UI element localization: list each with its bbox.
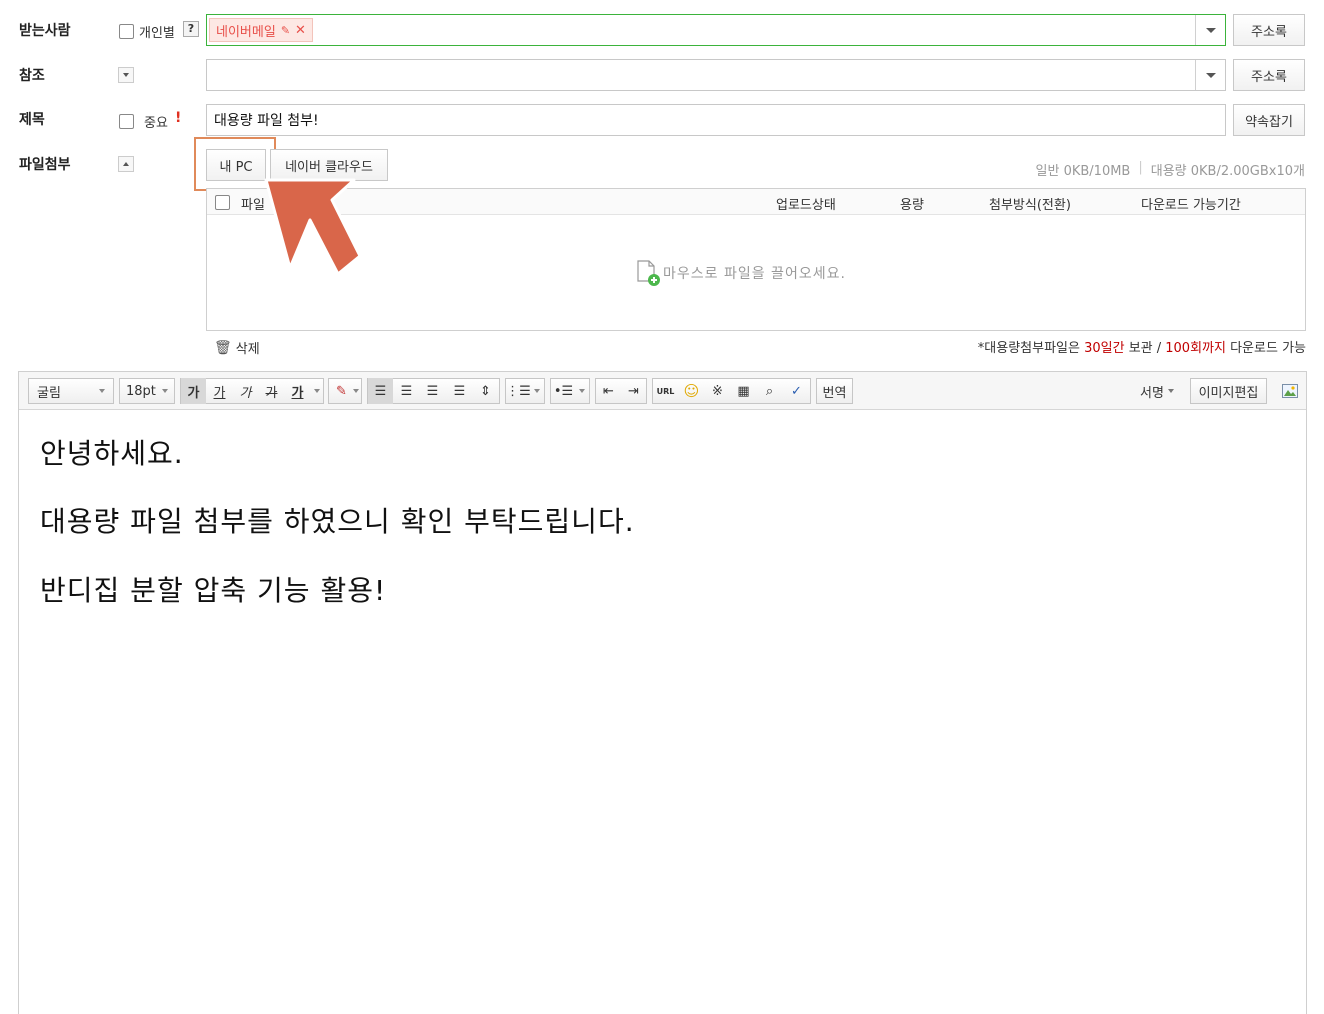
important-mark-icon: ! (175, 110, 182, 126)
chevron-down-icon (314, 389, 320, 393)
cc-dropdown-button[interactable] (1195, 60, 1225, 90)
font-color-button[interactable]: 가 (285, 378, 310, 404)
font-color-dropdown[interactable] (310, 378, 324, 404)
size-select[interactable]: 18pt (119, 378, 175, 404)
align-right-icon[interactable]: ☰ (420, 378, 445, 404)
col-method: 첨부방식(전환) (989, 198, 1071, 213)
body-line-2[interactable]: 대용량 파일 첨부를 하였으니 확인 부탁드립니다. (40, 500, 635, 540)
chevron-down-icon (123, 73, 129, 77)
special-char-icon[interactable]: ※ (705, 378, 730, 404)
arrow-pointer-icon (264, 178, 362, 276)
italic-button[interactable]: 가 (233, 378, 258, 404)
col-status: 업로드상태 (776, 198, 836, 213)
chevron-down-icon (1167, 389, 1174, 393)
drop-hint: 마우스로 파일을 끌어오세요. (663, 266, 846, 282)
col-period: 다운로드 가능기간 (1141, 198, 1241, 213)
recipient-address-book-button[interactable]: 주소록 (1233, 14, 1305, 46)
cloud-button[interactable]: 네이버 클라우드 (270, 149, 388, 181)
recipient-dropdown-button[interactable] (1195, 15, 1225, 45)
align-center-icon[interactable]: ☰ (394, 378, 419, 404)
image-edit-button[interactable]: 이미지편집 (1190, 378, 1267, 404)
bold-button[interactable]: 가 (181, 378, 206, 404)
insert-image-icon[interactable] (1279, 378, 1301, 404)
recipient-tag[interactable]: 네이버메일 ✎ ✕ (209, 18, 313, 42)
recipient-tag-label: 네이버메일 (216, 24, 276, 40)
trash-icon: 🗑 (214, 339, 232, 356)
chevron-down-icon (579, 389, 585, 393)
large-file-note: *대용량첨부파일은 30일간 보관 / 100회까지 다운로드 가능 (978, 337, 1306, 356)
font-select-value: 굴림 (37, 385, 61, 401)
subject-label: 제목 (19, 112, 45, 128)
underline-button[interactable]: 가 (207, 378, 232, 404)
url-link-button[interactable]: URL (653, 378, 678, 404)
important-checkbox[interactable] (119, 114, 134, 129)
select-all-checkbox[interactable] (215, 195, 230, 210)
chevron-up-icon (123, 162, 129, 166)
recipient-label: 받는사람 (19, 23, 71, 39)
note-prefix: *대용량첨부파일은 (977, 341, 1085, 356)
chevron-down-icon (1205, 27, 1216, 33)
find-icon[interactable]: ⌕ (757, 378, 782, 404)
add-file-icon (637, 260, 660, 286)
font-select[interactable]: 굴림 (28, 378, 114, 404)
strike-button[interactable]: 가 (259, 378, 284, 404)
bullet-list-icon[interactable]: •☰ (551, 378, 576, 404)
highlight-dropdown[interactable] (350, 378, 362, 404)
cc-address-book-button[interactable]: 주소록 (1233, 59, 1305, 91)
usage-general: 일반 0KB/10MB (1035, 164, 1131, 179)
file-list-header: 파일 업로드상태 용량 첨부방식(전환) 다운로드 가능기간 (207, 189, 1305, 215)
attach-collapse-toggle[interactable] (118, 156, 134, 172)
line-height-icon[interactable]: ⇕ (473, 378, 498, 404)
attach-label: 파일첨부 (19, 157, 71, 173)
cc-label: 참조 (19, 68, 45, 84)
chevron-down-icon (353, 389, 359, 393)
signature-select[interactable]: 서명 (1133, 378, 1181, 404)
cc-expand-toggle[interactable] (118, 67, 134, 83)
spell-check-icon[interactable]: ✓ (784, 378, 809, 404)
emoticon-icon[interactable]: ☺ (679, 378, 704, 404)
signature-label: 서명 (1140, 385, 1164, 401)
attach-usage: 일반 0KB/10MB | 대용량 0KB/2.00GBx10개 (1036, 160, 1305, 179)
bullet-list-dropdown[interactable] (575, 378, 589, 404)
important-label: 중요 (144, 116, 168, 131)
note-count: 100회까지 (1165, 341, 1226, 356)
subject-input[interactable]: 대용량 파일 첨부! (206, 104, 1226, 136)
chevron-down-icon (99, 389, 105, 393)
chevron-down-icon (1205, 72, 1216, 78)
chevron-down-icon (534, 389, 540, 393)
help-icon[interactable]: ? (183, 21, 199, 37)
ordered-list-dropdown[interactable] (530, 378, 544, 404)
my-pc-button[interactable]: 내 PC (206, 149, 266, 181)
editor-frame (18, 371, 1307, 1014)
cc-input[interactable] (206, 59, 1226, 91)
drop-zone[interactable]: 마우스로 파일을 끌어오세요. (635, 259, 846, 287)
delete-label: 삭제 (235, 342, 260, 357)
body-line-3[interactable]: 반디집 분할 압축 기능 활용! (40, 569, 386, 609)
chevron-down-icon (162, 389, 168, 393)
recipient-input[interactable]: 네이버메일 ✎ ✕ (206, 14, 1226, 46)
attach-file-list[interactable]: 파일 업로드상태 용량 첨부방식(전환) 다운로드 가능기간 마우스로 파일을 … (206, 188, 1306, 331)
indent-icon[interactable]: ⇥ (621, 378, 646, 404)
reserve-button[interactable]: 약속잡기 (1233, 104, 1305, 136)
col-size: 용량 (900, 198, 924, 213)
align-justify-icon[interactable]: ☰ (447, 378, 472, 404)
body-line-1[interactable]: 안녕하세요. (40, 432, 184, 472)
remove-tag-icon[interactable]: ✕ (295, 23, 306, 38)
image-icon (1282, 384, 1298, 398)
note-days: 30일간 (1084, 341, 1125, 356)
individual-checkbox[interactable] (119, 24, 134, 39)
individual-label: 개인별 (139, 26, 175, 41)
pencil-icon[interactable]: ✎ (281, 24, 290, 37)
align-left-icon[interactable]: ☰ (368, 378, 393, 404)
table-icon[interactable]: ▦ (731, 378, 756, 404)
delete-button[interactable]: 🗑 삭제 (214, 338, 260, 358)
outdent-icon[interactable]: ⇤ (596, 378, 621, 404)
translate-button[interactable]: 번역 (816, 378, 853, 404)
ordered-list-icon[interactable]: ⋮☰ (506, 378, 531, 404)
note-suffix: 다운로드 가능 (1225, 341, 1306, 356)
usage-large: 대용량 0KB/2.00GBx10개 (1150, 164, 1305, 179)
usage-separator: | (1138, 160, 1143, 175)
note-mid: 보관 / (1124, 341, 1166, 356)
size-select-value: 18pt (126, 383, 156, 399)
